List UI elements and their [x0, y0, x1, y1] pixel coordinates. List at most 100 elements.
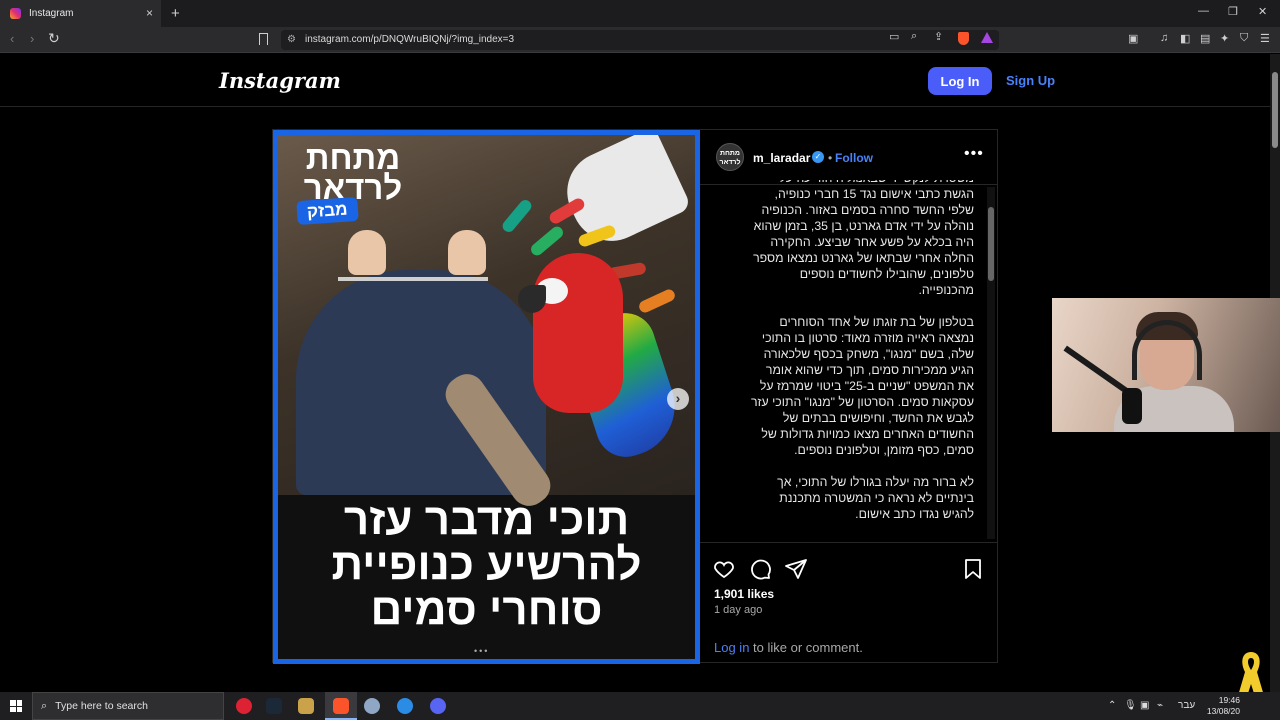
login-link[interactable]: Log in [714, 640, 749, 655]
handcuffs [338, 277, 488, 281]
close-tab-button[interactable]: × [146, 6, 153, 20]
microphone [1122, 388, 1142, 424]
discord-icon[interactable] [430, 698, 446, 714]
share-page-icon[interactable]: ⇪ [934, 30, 943, 43]
brave-shields-icon[interactable] [958, 32, 969, 45]
hand [448, 230, 486, 275]
avatar[interactable]: מתחת לרדאר [716, 143, 744, 171]
login-prompt: Log in to like or comment. [714, 640, 863, 655]
pill [528, 224, 566, 258]
taskbar-clock[interactable]: 19:46 13/08/20 [1200, 695, 1240, 717]
username-link[interactable]: m_laradar [753, 151, 810, 165]
leo-ai-icon[interactable]: ✦ [1220, 32, 1229, 45]
search-placeholder: Type here to search [55, 700, 148, 712]
caption-scrollbar-thumb[interactable] [988, 207, 994, 281]
caption-scrollbar[interactable] [987, 187, 995, 539]
raised-hands [348, 230, 498, 275]
tab-instagram[interactable]: Instagram × [0, 0, 161, 27]
tab-bar: Instagram × + — ❐ ✕ [0, 0, 1280, 27]
pill-jar [554, 135, 692, 255]
post-actions: 1,901 likes 1 day ago Log in to like or … [700, 542, 997, 662]
verified-badge-icon: ✓ [812, 151, 824, 163]
parrot-beak [518, 285, 546, 313]
breaking-news-tag: מבזק [296, 196, 359, 226]
mic-arm [1063, 345, 1133, 397]
caption-paragraph: לא ברור מה יעלה בגורלו של התוכי, אך בינת… [777, 475, 974, 521]
more-options-icon[interactable]: ••• [964, 145, 984, 163]
signup-link[interactable]: Sign Up [1006, 73, 1055, 88]
minimize-button[interactable]: — [1198, 5, 1209, 17]
caption-paragraph: בטלפון של בת זוגתו של אחד הסוחרים נמצאה … [750, 315, 974, 457]
sidebar-icon[interactable]: ◧ [1180, 32, 1190, 45]
network-icon[interactable]: ⌁ [1157, 700, 1163, 711]
save-icon[interactable] [961, 557, 985, 581]
media-icon[interactable]: ♫ [1160, 32, 1168, 44]
post-caption: משטרת לנקשייר שבאנגליה הודיעה על הגשת כת… [748, 180, 974, 540]
windows-icon[interactable] [10, 700, 22, 712]
instagram-logo[interactable]: Instagram [219, 68, 341, 93]
reader-mode-icon[interactable]: ▭ [889, 30, 899, 43]
url-text: instagram.com/p/DNQWruBIQNj/?img_index=3 [305, 34, 515, 45]
vpn-icon[interactable]: ⛉ [1240, 32, 1248, 45]
share-icon[interactable] [784, 557, 808, 581]
carousel-dots: ••• [474, 646, 490, 656]
steam-icon[interactable] [266, 698, 282, 714]
next-image-button[interactable]: › [667, 388, 689, 410]
page-scrollbar-thumb[interactable] [1272, 72, 1278, 148]
search-icon: ⌕ [41, 699, 48, 712]
restore-button[interactable]: ❐ [1228, 5, 1238, 18]
archive-app-icon[interactable] [298, 698, 314, 714]
login-button[interactable]: Log In [928, 67, 992, 95]
brave-rewards-icon[interactable] [981, 32, 993, 43]
show-hidden-icons[interactable]: ⌃ [1108, 700, 1116, 711]
headline-line: תוכי מדבר עזר [343, 495, 630, 544]
headline-line: להרשיע כנופיית [331, 540, 642, 589]
recording-app-icon[interactable] [236, 698, 252, 714]
hand [348, 230, 386, 275]
tab-title: Instagram [29, 8, 74, 19]
forward-icon[interactable]: › [30, 31, 34, 46]
pill [637, 287, 677, 315]
clock-time: 19:46 [1218, 695, 1240, 705]
heart-icon[interactable] [712, 557, 736, 581]
site-info-icon[interactable]: ⚙ [287, 34, 296, 45]
taskbar-search[interactable]: ⌕ Type here to search [32, 692, 224, 720]
sidebar-toggle-icon[interactable]: ▣ [1128, 32, 1138, 45]
zoom-icon[interactable]: ⌕ [911, 30, 917, 43]
instagram-favicon-icon [10, 8, 21, 19]
post-side-panel: מתחת לרדאר m_laradar ✓ • Follow ••• משטר… [700, 130, 997, 662]
clock-date: 13/08/20 [1206, 706, 1240, 716]
post: מתחת לרדאר מבזק › תוכי מדבר עזר להרשיע כ… [272, 129, 998, 664]
ccleaner-icon[interactable] [397, 698, 413, 714]
headline-line: סוחרי סמים [370, 585, 603, 634]
webcam-overlay [1052, 298, 1280, 432]
post-image[interactable]: מתחת לרדאר מבזק › תוכי מדבר עזר להרשיע כ… [273, 130, 700, 664]
caption-paragraph: משטרת לנקשייר שבאנגליה הודיעה על הגשת כת… [753, 180, 974, 297]
post-author-header: מתחת לרדאר m_laradar ✓ • Follow ••• [700, 130, 997, 185]
login-prompt-text: to like or comment. [749, 640, 863, 655]
reload-icon[interactable]: ↻ [48, 30, 60, 47]
brand-logo-text: מתחת לרדאר [303, 139, 403, 206]
pill [500, 197, 534, 235]
instagram-header: Instagram Log In Sign Up [0, 54, 1270, 107]
new-tab-button[interactable]: + [171, 5, 180, 22]
parrot-body [533, 253, 623, 413]
post-time[interactable]: 1 day ago [714, 604, 762, 616]
menu-icon[interactable]: ☰ [1260, 32, 1270, 45]
language-indicator[interactable]: עבר [1178, 700, 1195, 711]
back-icon[interactable]: ‹ [10, 31, 14, 46]
windows-taskbar: ⌕ Type here to search ⌃ 🎙 ▣ ⌁ עבר 19:46 … [0, 692, 1280, 720]
image-headline: תוכי מדבר עזר להרשיע כנופיית סוחרי סמים [278, 497, 695, 632]
comment-icon[interactable] [748, 557, 772, 581]
vpn-app-icon[interactable] [364, 698, 380, 714]
separator-dot: • [828, 151, 833, 165]
close-window-button[interactable]: ✕ [1258, 5, 1267, 18]
mic-tray-icon[interactable]: 🎙 [1124, 700, 1137, 711]
navigation-bar: ‹ › ↻ ⚙ instagram.com/p/DNQWruBIQNj/?img… [0, 27, 1280, 53]
wallet-icon[interactable]: ▤ [1200, 32, 1210, 45]
brave-icon[interactable] [333, 698, 349, 714]
display-tray-icon[interactable]: ▣ [1140, 700, 1149, 711]
like-count[interactable]: 1,901 likes [714, 587, 774, 601]
follow-button[interactable]: Follow [835, 151, 873, 165]
bookmark-icon[interactable] [259, 33, 268, 45]
